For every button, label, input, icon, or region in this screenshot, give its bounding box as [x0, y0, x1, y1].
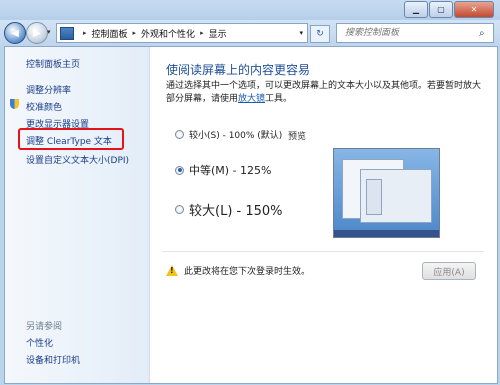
option-medium[interactable]: 中等(M) - 125%	[175, 162, 271, 178]
sidebar-item-personalization[interactable]: 个性化	[26, 336, 53, 349]
back-button[interactable]: ◀	[4, 22, 26, 44]
breadcrumb-display[interactable]: 显示	[209, 27, 227, 40]
radio-medium[interactable]	[175, 165, 184, 175]
caption-buttons: ▁ ▢ ✕	[403, 1, 494, 18]
option-medium-label: 中等(M) - 125%	[189, 164, 272, 177]
back-arrow-icon: ◀	[11, 27, 19, 39]
close-button[interactable]: ✕	[454, 1, 494, 18]
preview-window-sidebar	[366, 179, 382, 215]
option-larger[interactable]: 较大(L) - 150%	[175, 200, 283, 219]
shield-icon	[10, 99, 19, 109]
page-title: 使阅读屏幕上的内容更容易	[166, 63, 311, 77]
description-prefix: 通过选择其中一个选项，可以更改屏幕上的文本大小以及其他项。若要暂时放大部分屏幕，…	[166, 81, 482, 104]
forward-arrow-icon: ▶	[33, 27, 41, 39]
sidebar: 控制面板主页 调整分辨率 校准颜色 更改显示器设置 调整 ClearType 文…	[5, 47, 150, 383]
option-larger-label: 较大(L) - 150%	[189, 204, 283, 219]
sidebar-item-devices-printers[interactable]: 设备和打印机	[26, 353, 80, 366]
minimize-button[interactable]: ▁	[404, 1, 428, 18]
search-icon[interactable]: ⌕	[479, 28, 485, 39]
radio-smaller[interactable]	[175, 130, 184, 139]
title-bar: ▁ ▢ ✕	[0, 0, 500, 22]
red-highlight-box	[18, 128, 124, 150]
chevron-right-icon[interactable]: ▸	[133, 29, 137, 37]
address-bar[interactable]: ▸ 控制面板 ▸ 外观和个性化 ▸ 显示 ▾	[56, 23, 308, 43]
sidebar-item-resolution[interactable]: 调整分辨率	[26, 83, 71, 96]
apply-button[interactable]: 应用(A)	[422, 262, 476, 280]
control-panel-window: ▁ ▢ ✕ ◀ ▶ ▾ ▸ 控制面板 ▸ 外观和个性化 ▸ 显示 ▾ ↻ ⌕ 控…	[0, 0, 500, 385]
warning-icon	[166, 264, 178, 276]
option-smaller-label: 较小(S) - 100% (默认)	[189, 131, 283, 141]
description-text: 通过选择其中一个选项，可以更改屏幕上的文本大小以及其他项。若要暂时放大部分屏幕，…	[166, 80, 486, 106]
sidebar-item-custom-dpi[interactable]: 设置自定义文本大小(DPI)	[26, 153, 129, 166]
maximize-button[interactable]: ▢	[429, 1, 453, 18]
preview-image	[333, 148, 440, 238]
preview-taskbar	[334, 230, 439, 237]
option-smaller[interactable]: 较小(S) - 100% (默认)	[175, 128, 282, 141]
magnifier-link[interactable]: 放大镜	[238, 94, 265, 104]
content-area: 控制面板主页 调整分辨率 校准颜色 更改显示器设置 调整 ClearType 文…	[4, 46, 498, 384]
search-input[interactable]	[343, 27, 475, 39]
navigation-bar: ◀ ▶ ▾ ▸ 控制面板 ▸ 外观和个性化 ▸ 显示 ▾ ↻ ⌕	[0, 20, 500, 46]
warning-text: 此更改将在您下次登录时生效。	[184, 266, 311, 277]
refresh-button[interactable]: ↻	[310, 25, 330, 43]
radio-larger[interactable]	[175, 205, 184, 214]
refresh-icon: ↻	[316, 29, 324, 39]
preview-label: 预览	[288, 132, 307, 142]
main-panel: 使阅读屏幕上的内容更容易 通过选择其中一个选项，可以更改屏幕上的文本大小以及其他…	[150, 47, 497, 383]
search-box[interactable]: ⌕	[336, 23, 494, 43]
sidebar-item-calibrate-color[interactable]: 校准颜色	[26, 100, 62, 113]
chevron-right-icon[interactable]: ▸	[83, 29, 87, 37]
sidebar-home-link[interactable]: 控制面板主页	[26, 57, 80, 70]
forward-button[interactable]: ▶	[26, 22, 48, 44]
control-panel-icon	[60, 26, 74, 40]
see-also-heading: 另请参阅	[26, 322, 63, 332]
breadcrumb-control-panel[interactable]: 控制面板	[92, 27, 128, 40]
address-dropdown-icon[interactable]: ▾	[299, 29, 303, 37]
recent-pages-dropdown-icon[interactable]: ▾	[47, 28, 51, 36]
divider	[162, 251, 484, 252]
breadcrumb-appearance[interactable]: 外观和个性化	[141, 27, 195, 40]
chevron-right-icon[interactable]: ▸	[200, 29, 204, 37]
description-suffix: 工具。	[265, 94, 293, 104]
